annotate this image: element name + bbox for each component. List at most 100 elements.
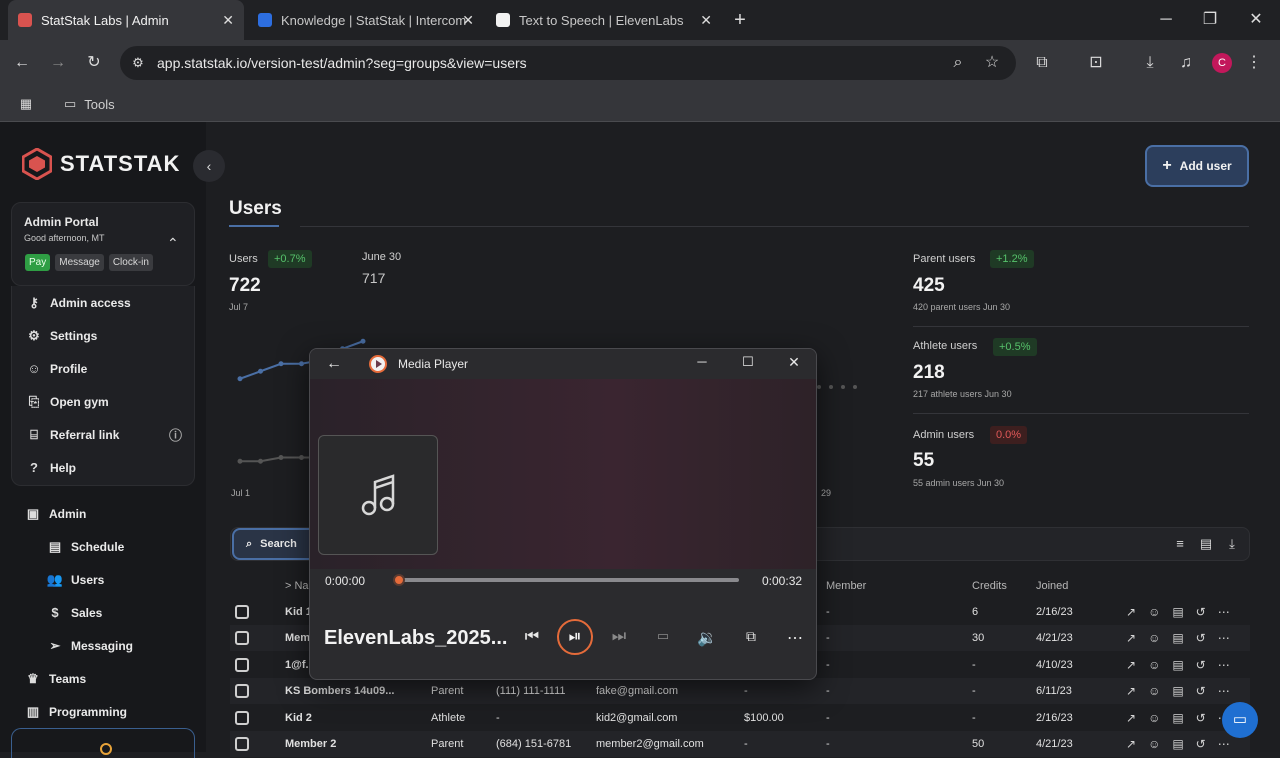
close-window-icon[interactable]: ✕ (1246, 10, 1266, 30)
person-icon[interactable]: ☺ (1148, 631, 1160, 645)
seek-thumb[interactable] (393, 574, 405, 586)
person-icon[interactable]: ☺ (1148, 605, 1160, 619)
trend-icon[interactable]: ↗ (1126, 684, 1136, 698)
captions-icon[interactable]: ▭ (653, 628, 673, 644)
forward-icon[interactable]: → (48, 53, 68, 73)
message-icon[interactable]: ▤ (1197, 534, 1215, 554)
pause-play-button[interactable]: ⏯ (557, 619, 593, 655)
message-icon[interactable]: ▤ (1172, 658, 1183, 672)
trend-icon[interactable]: ↗ (1126, 737, 1136, 751)
add-user-button[interactable]: + Add user (1145, 145, 1249, 187)
more-icon[interactable]: ⋯ (1218, 631, 1230, 645)
close-tab-icon[interactable]: ✕ (700, 12, 712, 29)
minimize-icon[interactable]: ─ (694, 354, 710, 369)
trend-icon[interactable]: ↗ (1126, 711, 1136, 725)
new-tab-icon[interactable]: + (730, 10, 750, 30)
url-text[interactable]: app.statstak.io/version-test/admin?seg=g… (157, 55, 527, 71)
site-settings-icon[interactable]: ⚙ (128, 53, 148, 73)
nav-admin[interactable]: ▣ Admin (23, 497, 203, 530)
person-icon[interactable]: ☺ (1148, 737, 1160, 751)
minimize-window-icon[interactable]: ─ (1156, 10, 1176, 30)
bookmark-folder[interactable]: ▭ Tools (64, 96, 115, 112)
previous-track-icon[interactable]: ⏮ (522, 628, 542, 646)
message-icon[interactable]: ▤ (1172, 711, 1183, 725)
column-header-member[interactable]: Member (826, 580, 866, 592)
column-header-name[interactable]: > Na (285, 580, 309, 592)
profile-avatar[interactable]: C (1212, 53, 1232, 73)
message-chip[interactable]: Message (55, 254, 104, 271)
nav-users[interactable]: 👥 Users (23, 563, 203, 596)
history-icon[interactable]: ↺ (1196, 737, 1206, 751)
menu-item-settings[interactable]: ⚙ Settings (24, 319, 182, 352)
more-icon[interactable]: ⋯ (1218, 605, 1230, 619)
history-icon[interactable]: ↺ (1196, 658, 1206, 672)
column-header-credits[interactable]: Credits (972, 580, 1007, 592)
brand[interactable]: STATSTAK (22, 148, 180, 180)
filter-icon[interactable]: ≡ (1171, 534, 1189, 554)
address-bar[interactable]: ⚙ app.statstak.io/version-test/admin?seg… (120, 46, 1016, 80)
row-checkbox[interactable] (235, 657, 249, 672)
media-control-icon[interactable]: ♫ (1176, 53, 1196, 73)
row-checkbox[interactable] (235, 737, 249, 751)
nav-messaging[interactable]: ➢ Messaging (23, 629, 203, 662)
table-row[interactable]: Member 2 Parent (684) 151-6781 member2@gmai… (230, 731, 1250, 757)
close-tab-icon[interactable]: ✕ (462, 12, 474, 29)
menu-item-help[interactable]: ? Help (24, 451, 182, 484)
clock-in-chip[interactable]: Clock-in (108, 254, 153, 271)
browser-tab[interactable]: Text to Speech | ElevenLabs ✕ (486, 0, 722, 40)
menu-item-open-gym[interactable]: ⎘ Open gym (24, 385, 182, 418)
seek-bar[interactable] (393, 574, 739, 586)
row-checkbox[interactable] (235, 684, 249, 699)
nav-programming[interactable]: ▥ Programming (23, 695, 203, 728)
person-icon[interactable]: ☺ (1148, 658, 1160, 672)
person-icon[interactable]: ☺ (1148, 711, 1160, 725)
more-icon[interactable]: ⋯ (1218, 737, 1230, 751)
extensions-icon[interactable]: ⧉ (1032, 53, 1052, 73)
back-icon[interactable]: ← (12, 53, 32, 73)
trend-icon[interactable]: ↗ (1126, 658, 1136, 672)
browser-tab[interactable]: Knowledge | StatStak | Intercom ✕ (248, 0, 484, 40)
next-track-icon[interactable]: ⏭ (609, 628, 629, 646)
table-row[interactable]: KS Bombers 14u09... Parent (111) 111-1111 f… (230, 678, 1250, 705)
menu-item-admin-access[interactable]: ⚷ Admin access (24, 286, 182, 319)
close-icon[interactable]: ✕ (786, 354, 802, 371)
bookmark-star-icon[interactable]: ☆ (982, 53, 1002, 73)
back-arrow-icon[interactable]: ← (326, 355, 342, 373)
intercom-chat-icon[interactable]: ▭ (1222, 702, 1258, 738)
history-icon[interactable]: ↺ (1196, 631, 1206, 645)
message-icon[interactable]: ▤ (1172, 605, 1183, 619)
collapse-sidebar-icon[interactable]: ‹ (193, 150, 225, 182)
pay-chip[interactable]: Pay (25, 254, 51, 271)
close-tab-icon[interactable]: ✕ (222, 12, 234, 29)
restore-window-icon[interactable]: ❐ (1200, 10, 1220, 30)
mini-player-icon[interactable]: ⧉ (741, 628, 761, 645)
person-icon[interactable]: ☺ (1148, 684, 1160, 698)
chevron-up-icon[interactable]: ⌃ (167, 235, 179, 252)
nav-sales[interactable]: $ Sales (23, 596, 203, 629)
history-icon[interactable]: ↺ (1196, 711, 1206, 725)
cast-search-icon[interactable]: ⊡ (1086, 53, 1106, 73)
apps-grid-icon[interactable]: ▦ (16, 94, 36, 114)
row-checkbox[interactable] (235, 710, 249, 725)
more-options-icon[interactable]: ⋯ (785, 628, 805, 648)
trend-icon[interactable]: ↗ (1126, 605, 1136, 619)
row-checkbox[interactable] (235, 631, 249, 646)
message-icon[interactable]: ▤ (1172, 631, 1183, 645)
row-checkbox[interactable] (235, 605, 249, 619)
menu-item-profile[interactable]: ☺ Profile (24, 352, 182, 385)
history-icon[interactable]: ↺ (1196, 605, 1206, 619)
export-icon[interactable]: ⤓ (1223, 534, 1241, 554)
browser-menu-icon[interactable]: ⋮ (1244, 53, 1264, 73)
table-row[interactable]: Kid 2 Athlete - kid2@gmail.com $100.00 - - 2/16… (230, 705, 1250, 731)
browser-tab[interactable]: StatStak Labs | Admin ✕ (8, 0, 244, 40)
zoom-icon[interactable]: ⌕ (948, 53, 968, 73)
menu-item-referral-link[interactable]: ⌸ Referral link ⓘ (24, 418, 182, 451)
column-header-joined[interactable]: Joined (1036, 580, 1068, 592)
maximize-icon[interactable]: ☐ (740, 354, 756, 370)
info-icon[interactable]: ⓘ (169, 425, 182, 444)
trend-icon[interactable]: ↗ (1126, 631, 1136, 645)
message-icon[interactable]: ▤ (1172, 737, 1183, 751)
nav-schedule[interactable]: ▤ Schedule (23, 530, 203, 563)
message-icon[interactable]: ▤ (1172, 684, 1183, 698)
history-icon[interactable]: ↺ (1196, 684, 1206, 698)
